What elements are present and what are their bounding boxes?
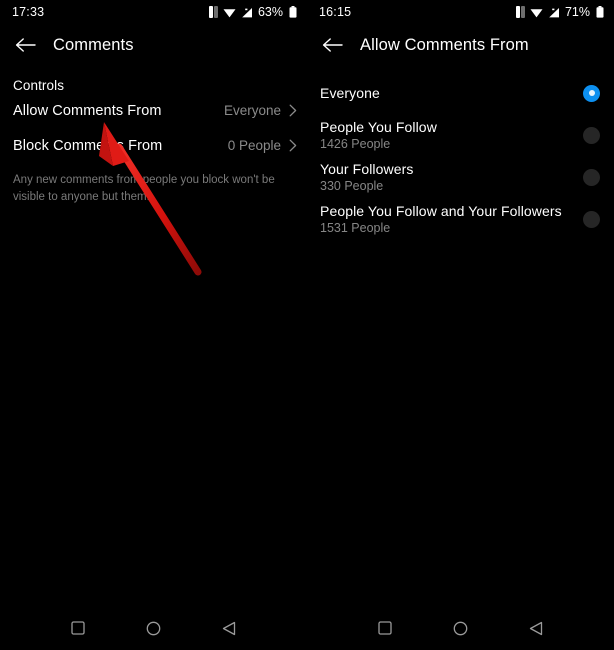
section-header-controls: Controls <box>13 78 65 93</box>
option-title: Everyone <box>320 85 380 101</box>
option-row-people-you-follow-and-your-followers[interactable]: People You Follow and Your Followers 153… <box>307 198 614 240</box>
home-circle-icon[interactable] <box>136 611 170 645</box>
radio-button-everyone[interactable] <box>583 84 600 102</box>
option-text-group: Everyone <box>320 85 380 101</box>
option-text-group: People You Follow and Your Followers 153… <box>320 203 562 235</box>
status-bar-right: 16:15 71% <box>307 0 614 24</box>
left-phone-screen: 17:33 63% Comments Controls Allow Commen… <box>0 0 307 650</box>
battery-percent-label: 71% <box>564 4 590 19</box>
battery-icon <box>596 6 604 18</box>
signal-icon <box>548 7 560 18</box>
back-triangle-icon[interactable] <box>212 611 246 645</box>
comment-audience-option-list: Everyone People You Follow 1426 People Y… <box>307 66 614 240</box>
option-row-your-followers[interactable]: Your Followers 330 People <box>307 156 614 198</box>
status-bar-left: 17:33 63% <box>0 0 307 24</box>
option-text-group: Your Followers 330 People <box>320 161 413 193</box>
app-bar-left: Comments <box>0 24 307 66</box>
helper-text: Any new comments from people you block w… <box>13 174 275 203</box>
settings-row-allow-comments-from[interactable]: Allow Comments From Everyone <box>0 93 307 128</box>
recents-square-icon[interactable] <box>61 611 95 645</box>
wifi-icon <box>530 7 543 18</box>
wifi-icon <box>223 7 236 18</box>
settings-row-value: Everyone <box>223 103 281 118</box>
app-bar-right: Allow Comments From <box>307 24 614 66</box>
right-phone-screen: 16:15 71% Allow Comments From Everyone P… <box>307 0 614 650</box>
battery-percent-label: 63% <box>257 4 283 19</box>
settings-row-value-group: 0 People <box>228 138 297 153</box>
settings-row-label: Allow Comments From <box>13 102 162 119</box>
option-title: Your Followers <box>320 161 414 177</box>
settings-row-value-group: Everyone <box>224 103 297 118</box>
chevron-right-icon <box>289 139 297 152</box>
dual-screenshot-container: 17:33 63% Comments Controls Allow Commen… <box>0 0 614 650</box>
settings-row-label: Block Comments From <box>13 137 163 154</box>
status-icon-group: 71% <box>515 4 604 19</box>
option-subtitle: 1426 People <box>320 137 391 151</box>
back-arrow-icon[interactable] <box>317 30 347 60</box>
option-row-everyone[interactable]: Everyone <box>307 72 614 114</box>
android-nav-bar-right <box>307 606 614 650</box>
radio-button-your-followers[interactable] <box>583 168 600 186</box>
home-circle-icon[interactable] <box>443 611 477 645</box>
status-icon-group: 63% <box>208 4 297 19</box>
back-triangle-icon[interactable] <box>519 611 553 645</box>
status-time: 16:15 <box>319 4 352 19</box>
option-text-group: People You Follow 1426 People <box>320 119 437 151</box>
settings-row-block-comments-from[interactable]: Block Comments From 0 People <box>0 128 307 163</box>
option-title: People You Follow and Your Followers <box>320 203 562 219</box>
back-arrow-icon[interactable] <box>10 30 40 60</box>
radio-button-people-you-follow-and-your-followers[interactable] <box>583 210 600 228</box>
chevron-right-icon <box>289 104 297 117</box>
option-subtitle: 330 People <box>320 179 384 193</box>
settings-row-value: 0 People <box>227 138 281 153</box>
page-title: Allow Comments From <box>360 35 529 54</box>
battery-icon <box>289 6 297 18</box>
signal-icon <box>241 7 253 18</box>
vibrate-icon <box>515 6 525 18</box>
page-title: Comments <box>53 35 134 54</box>
radio-button-people-you-follow[interactable] <box>583 126 600 144</box>
vibrate-icon <box>208 6 218 18</box>
option-title: People You Follow <box>320 119 437 135</box>
recents-square-icon[interactable] <box>368 611 402 645</box>
android-nav-bar-left <box>0 606 307 650</box>
option-subtitle: 1531 People <box>320 221 391 235</box>
status-time: 17:33 <box>12 4 45 19</box>
option-row-people-you-follow[interactable]: People You Follow 1426 People <box>307 114 614 156</box>
